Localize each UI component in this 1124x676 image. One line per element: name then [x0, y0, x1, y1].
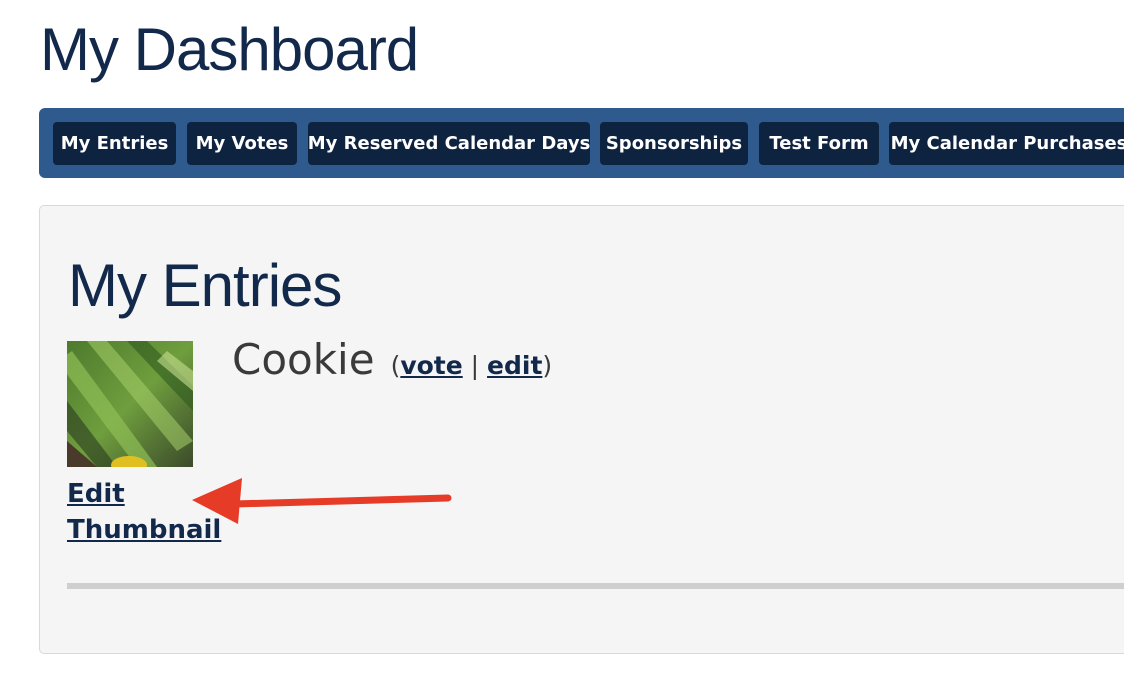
- entry-actions: (vote | edit): [391, 351, 553, 380]
- entry-thumbnail[interactable]: [67, 341, 193, 467]
- entry-name: Cookie: [232, 335, 375, 384]
- page-title: My Dashboard: [40, 16, 419, 83]
- nav-tab-my-calendar-purchases[interactable]: My Calendar Purchases: [889, 122, 1124, 165]
- nav-tab-my-votes[interactable]: My Votes: [187, 122, 297, 165]
- entry-row: Cookie (vote | edit): [232, 335, 552, 384]
- section-divider: [67, 583, 1124, 589]
- open-paren: (: [390, 351, 401, 380]
- section-title: My Entries: [68, 252, 342, 319]
- edit-entry-link[interactable]: edit: [487, 351, 542, 380]
- nav-tab-test-form[interactable]: Test Form: [759, 122, 879, 165]
- annotation-arrow-icon: [192, 478, 452, 524]
- vote-link[interactable]: vote: [400, 351, 462, 380]
- dashboard-nav: My Entries My Votes My Reserved Calendar…: [39, 108, 1124, 178]
- nav-tab-my-entries[interactable]: My Entries: [53, 122, 176, 165]
- separator: |: [462, 351, 488, 380]
- close-paren: ): [542, 351, 553, 380]
- nav-tab-sponsorships[interactable]: Sponsorships: [600, 122, 748, 165]
- nav-tab-my-reserved-calendar-days[interactable]: My Reserved Calendar Days: [308, 122, 590, 165]
